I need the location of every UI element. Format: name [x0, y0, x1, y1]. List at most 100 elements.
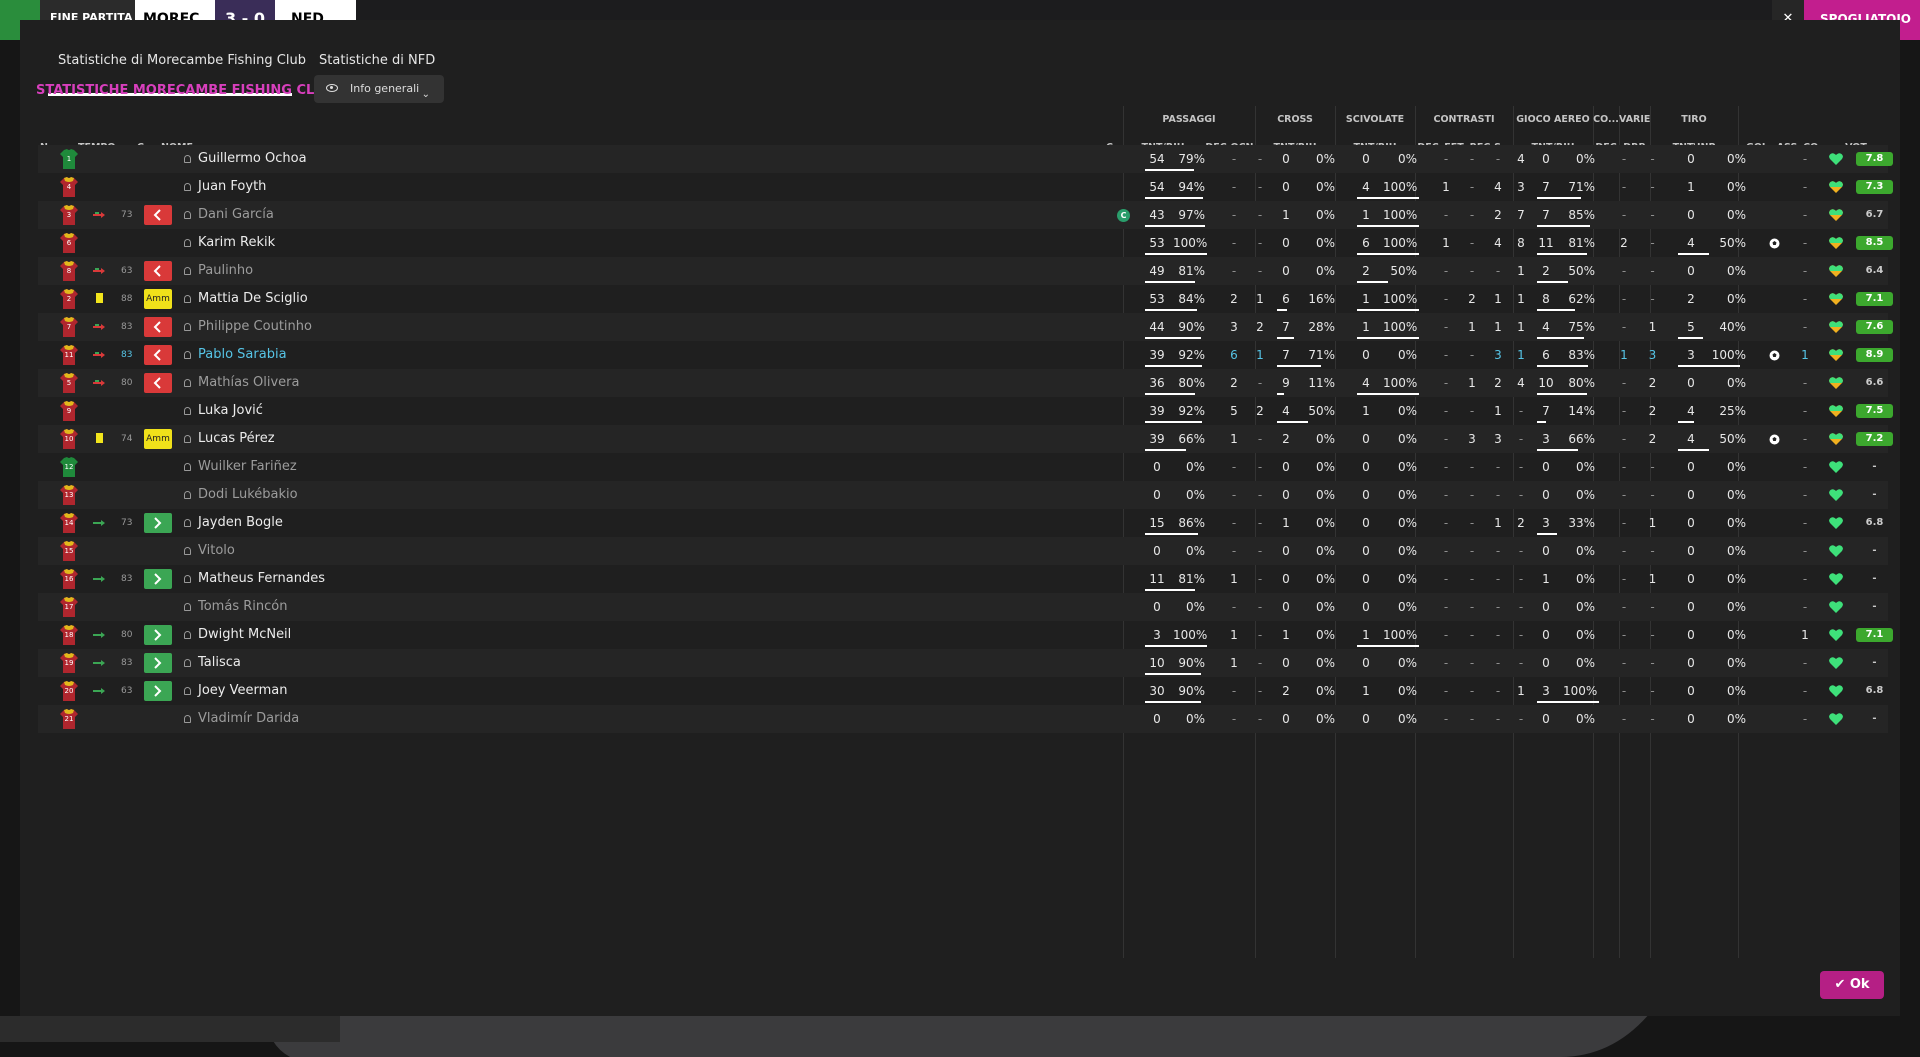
player-name[interactable]: Talisca	[198, 649, 241, 677]
player-name[interactable]: Juan Foyth	[198, 173, 266, 201]
player-name[interactable]: Tomás Rincón	[198, 593, 287, 621]
player-name[interactable]: Paulinho	[198, 257, 253, 285]
player-pin-icon[interactable]	[184, 435, 191, 443]
player-pin-icon[interactable]	[184, 519, 191, 527]
player-name[interactable]: Mathías Olivera	[198, 369, 299, 397]
player-pin-icon[interactable]	[184, 575, 191, 583]
player-pin-icon[interactable]	[184, 239, 191, 247]
player-pin-icon[interactable]	[184, 295, 191, 303]
clearances: 1	[1620, 348, 1628, 362]
player-name[interactable]: Lucas Pérez	[198, 425, 275, 453]
table-row[interactable]: 4 Juan Foyth 54 94% - -0 0% 4 100% 1-4 3 7 71% - -1 0% -…	[38, 173, 1893, 201]
interceptions: -	[1443, 404, 1449, 418]
table-row[interactable]: 20 63 Joey Veerman 30 90% - -2 0% 1 0% - - -1 3 100% - -…	[38, 677, 1888, 705]
player-name[interactable]: Joey Veerman	[198, 677, 287, 705]
player-pin-icon[interactable]	[184, 351, 191, 359]
key-passes: 1	[1230, 656, 1238, 670]
shots-attempted: 0	[1687, 628, 1695, 642]
table-row[interactable]: 11 83 Pablo Sarabia 39 92% 6 1 7 71% 0 0% - -3 1 6 83% 1…	[38, 341, 1893, 369]
player-pin-icon[interactable]	[184, 715, 191, 723]
player-pin-icon[interactable]	[184, 267, 191, 275]
crosses-attempted: 0	[1282, 712, 1290, 726]
player-pin-icon[interactable]	[184, 323, 191, 331]
sub-out-button[interactable]	[144, 373, 172, 393]
sub-in-button[interactable]	[144, 513, 172, 533]
player-name[interactable]: Wuilker Fariñez	[198, 453, 297, 481]
tackles-pct-bar	[1357, 225, 1419, 227]
player-name[interactable]: Matheus Fernandes	[198, 565, 325, 593]
player-pin-icon[interactable]	[184, 211, 191, 219]
clearances: -	[1621, 712, 1627, 726]
table-row[interactable]: 1 Guillermo Ochoa 54 79% - -0 0% 0 0% - - -4 0 0% - -0 0…	[38, 145, 1893, 173]
blocks: 4	[1517, 152, 1525, 166]
player-name[interactable]: Pablo Sarabia	[198, 341, 287, 369]
player-name[interactable]: Karim Rekik	[198, 229, 275, 257]
recoveries: 1	[1494, 292, 1502, 306]
player-name[interactable]: Philippe Coutinho	[198, 313, 312, 341]
sub-in-button[interactable]	[144, 653, 172, 673]
table-row[interactable]: 10 74 Amm Lucas Pérez 39 66% 1-2 0% 0 0% -3 3-3 66% -…	[38, 425, 1893, 453]
table-row[interactable]: 6 Karim Rekik 53 100% - -0 0% 6 100% 1-4 8 11 81% 2-4…	[38, 229, 1893, 257]
player-name[interactable]: Dwight McNeil	[198, 621, 291, 649]
player-pin-icon[interactable]	[184, 631, 191, 639]
tackles-won-pct: 0%	[1397, 516, 1417, 530]
shots-on-target-pct: 0%	[1726, 712, 1746, 726]
sub-out-button[interactable]	[144, 261, 172, 281]
ok-button[interactable]: ✔ Ok	[1820, 971, 1884, 999]
table-row[interactable]: 15 Vitolo 0 0% - - 0 0% 0 0% - - - - 0 0% - - 0 0% - -	[38, 537, 1888, 565]
player-name[interactable]: Guillermo Ochoa	[198, 145, 307, 173]
table-row[interactable]: 17 Tomás Rincón 0 0% - - 0 0% 0 0% - - - - 0 0% - - 0 0% - -	[38, 593, 1888, 621]
group-header-scivolate: SCIVOLATE	[1345, 114, 1405, 125]
clearances: -	[1621, 208, 1627, 222]
table-row[interactable]: 7 83 Philippe Coutinho 44 90% 3 2 7 28% 1 100% -1 1 1…	[38, 313, 1893, 341]
view-dropdown[interactable]: Info generali ⌄	[314, 75, 444, 103]
player-name[interactable]: Vitolo	[198, 537, 235, 565]
player-name[interactable]: Vladimír Darida	[198, 705, 299, 733]
player-name[interactable]: Dani García	[198, 201, 274, 229]
player-rating: -	[1872, 461, 1877, 472]
tackles-pct-bar	[1357, 197, 1419, 199]
table-row[interactable]: 13 Dodi Lukébakio 0 0% - - 0 0% 0 0% - - - - 0 0% - - 0 0% -…	[38, 481, 1888, 509]
player-pin-icon[interactable]	[184, 407, 191, 415]
player-pin-icon[interactable]	[184, 155, 191, 163]
table-row[interactable]: 14 73 Jayden Bogle 15 86% - -1 0% 0 0% - -1 2 3 33% -1 0…	[38, 509, 1888, 537]
crosses-attempted: 0	[1282, 180, 1290, 194]
sub-out-button[interactable]	[144, 317, 172, 337]
sub-out-button[interactable]	[144, 205, 172, 225]
table-row[interactable]: 12 Wuilker Fariñez 0 0% - - 0 0% 0 0% - - - - 0 0% - - 0 0%…	[38, 453, 1888, 481]
player-pin-icon[interactable]	[184, 491, 191, 499]
player-pin-icon[interactable]	[184, 463, 191, 471]
player-pin-icon[interactable]	[184, 379, 191, 387]
table-row[interactable]: 8 63 Paulinho 49 81% - -0 0% 2 50% - - -1 2 50% - -0 0% -6…	[38, 257, 1888, 285]
table-row[interactable]: 2 88 Amm Mattia De Sciglio 53 84% 2 1 6 16% 1 100% -…	[38, 285, 1893, 313]
player-name[interactable]: Luka Jović	[198, 397, 263, 425]
table-row[interactable]: 16 83 Matheus Fernandes 11 81% 1-0 0% 0 0% - - - -1 0…	[38, 565, 1888, 593]
sub-in-button[interactable]	[144, 569, 172, 589]
player-name[interactable]: Dodi Lukébakio	[198, 481, 298, 509]
player-pin-icon[interactable]	[184, 547, 191, 555]
player-pin-icon[interactable]	[184, 659, 191, 667]
player-pin-icon[interactable]	[184, 603, 191, 611]
clearances: -	[1621, 432, 1627, 446]
player-name[interactable]: Jayden Bogle	[198, 509, 283, 537]
sub-in-button[interactable]	[144, 625, 172, 645]
dribbles: 2	[1648, 376, 1657, 390]
table-row[interactable]: 3 73 Dani García C 43 97% - -1 0% 1 100% - -2 7 7 85% - -…	[38, 201, 1888, 229]
dribbles: -	[1650, 488, 1655, 502]
dribbles: -	[1650, 544, 1655, 558]
table-row[interactable]: 21 Vladimír Darida 0 0% - - 0 0% 0 0% - - - - 0 0% - - 0 0%…	[38, 705, 1888, 733]
table-row[interactable]: 9 Luka Jović 39 92% 5 2 4 50% 1 0% - -1-7 14% -2 4 25% -…	[38, 397, 1893, 425]
player-pin-icon[interactable]	[184, 687, 191, 695]
table-row[interactable]: 19 83 Talisca 10 90% 1-0 0% 0 0% - - - -0 0% - -0 0% - -	[38, 649, 1888, 677]
sub-in-button[interactable]	[144, 681, 172, 701]
crosses-attempted: 2	[1282, 432, 1290, 446]
clearances: -	[1621, 320, 1627, 334]
sub-out-button[interactable]	[144, 345, 172, 365]
table-row[interactable]: 18 80 Dwight McNeil 3 100% 1-1 0% 1 100% - - - -0 0% -…	[38, 621, 1893, 649]
close-icon[interactable]: ✕	[1772, 0, 1804, 26]
crosses-completed-pct: 11%	[1308, 376, 1335, 390]
player-name[interactable]: Mattia De Sciglio	[198, 285, 308, 313]
key-passes: -	[1231, 264, 1237, 278]
player-pin-icon[interactable]	[184, 183, 191, 191]
table-row[interactable]: 5 80 Mathías Olivera 36 80% 2-9 11% 4 100% -1 2 4 10…	[38, 369, 1888, 397]
